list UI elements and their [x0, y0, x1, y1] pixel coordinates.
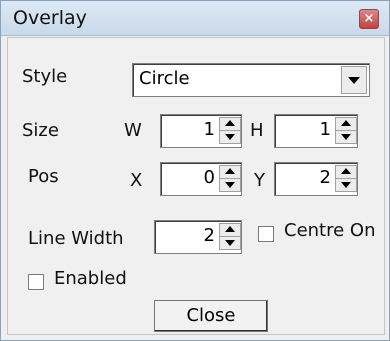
centre-on-checkbox[interactable]	[258, 226, 274, 242]
y-spin-arrows	[335, 165, 357, 192]
triangle-up-icon	[225, 226, 235, 232]
w-value: 1	[203, 119, 215, 140]
w-spinner[interactable]: 1	[160, 114, 242, 148]
h-label: H	[250, 120, 264, 141]
y-spin-down[interactable]	[335, 178, 357, 192]
w-label: W	[124, 120, 142, 141]
h-spinner[interactable]: 1	[274, 114, 358, 148]
h-spin-arrows	[335, 117, 357, 144]
w-spin-up[interactable]	[219, 117, 241, 131]
close-icon[interactable]: ×	[359, 9, 379, 29]
style-select-value: Circle	[139, 68, 190, 89]
window-title: Overlay	[13, 7, 87, 29]
w-spin-arrows	[219, 117, 241, 144]
y-label: Y	[254, 170, 265, 191]
x-spinner[interactable]: 0	[160, 162, 242, 196]
x-value: 0	[203, 167, 215, 188]
line-width-spin-down[interactable]	[219, 236, 241, 250]
client-area: Style Circle Size W 1 H 1 Pos X 0 Y 2 Li…	[7, 37, 385, 335]
enabled-label: Enabled	[54, 268, 127, 289]
x-label: X	[130, 170, 143, 191]
pos-label: Pos	[28, 166, 59, 187]
triangle-down-icon	[341, 134, 351, 140]
x-spin-down[interactable]	[219, 178, 241, 192]
w-spin-down[interactable]	[219, 130, 241, 144]
overlay-window: Overlay × Style Circle Size W 1 H 1 Pos …	[0, 0, 390, 341]
close-button-label: Close	[186, 305, 236, 326]
triangle-up-icon	[341, 168, 351, 174]
chevron-down-icon	[348, 77, 360, 84]
line-width-spin-arrows	[219, 223, 241, 250]
style-select[interactable]: Circle	[132, 63, 370, 97]
triangle-down-icon	[225, 240, 235, 246]
triangle-up-icon	[341, 120, 351, 126]
style-label: Style	[22, 66, 68, 87]
line-width-label: Line Width	[28, 228, 124, 249]
h-spin-up[interactable]	[335, 117, 357, 131]
style-dropdown-button[interactable]	[341, 66, 367, 94]
h-value: 1	[319, 119, 331, 140]
line-width-value: 2	[203, 225, 215, 246]
line-width-spinner[interactable]: 2	[154, 220, 242, 254]
y-spin-up[interactable]	[335, 165, 357, 179]
h-spin-down[interactable]	[335, 130, 357, 144]
x-spin-arrows	[219, 165, 241, 192]
line-width-spin-up[interactable]	[219, 223, 241, 237]
enabled-checkbox[interactable]	[28, 274, 44, 290]
triangle-down-icon	[341, 182, 351, 188]
titlebar: Overlay ×	[1, 1, 389, 36]
triangle-down-icon	[225, 134, 235, 140]
x-spin-up[interactable]	[219, 165, 241, 179]
centre-on-label: Centre On	[284, 220, 376, 241]
close-button[interactable]: Close	[154, 300, 268, 332]
triangle-up-icon	[225, 120, 235, 126]
triangle-up-icon	[225, 168, 235, 174]
triangle-down-icon	[225, 182, 235, 188]
y-value: 2	[319, 167, 331, 188]
size-label: Size	[22, 120, 59, 141]
y-spinner[interactable]: 2	[274, 162, 358, 196]
